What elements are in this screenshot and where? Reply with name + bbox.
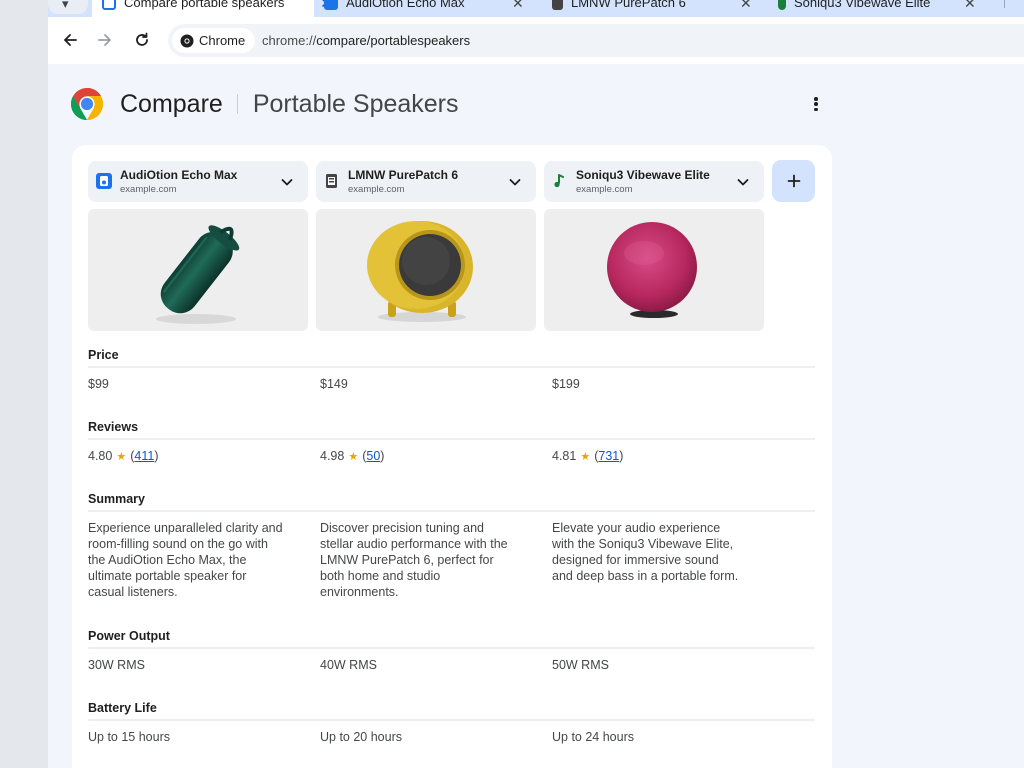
product-domain: example.com: [576, 184, 633, 195]
price-value: $199: [552, 377, 580, 391]
review-count-link[interactable]: 411: [134, 449, 154, 463]
section-title-power-output: Power Output: [88, 629, 170, 643]
tab-title: Soniqu3 Vibewave Elite: [794, 0, 931, 10]
music-note-favicon: [778, 0, 786, 10]
url-path: compare/portablespeakers: [316, 33, 471, 48]
power-output-value: 30W RMS: [88, 658, 145, 672]
product-domain: example.com: [348, 184, 405, 195]
star-icon: ★: [348, 451, 359, 463]
chrome-logo-icon: [70, 87, 104, 120]
section-title-summary: Summary: [88, 492, 145, 506]
star-icon: ★: [580, 451, 591, 463]
product-column-header[interactable]: LMNW PurePatch 6 example.com: [316, 161, 536, 202]
audiotion-favicon: [324, 0, 338, 10]
section-title-battery-life: Battery Life: [88, 701, 157, 715]
summary-text: Discover precision tuning and stellar au…: [320, 521, 508, 599]
comparison-table: AudiOtion Echo Max example.com LMNW Pure…: [72, 145, 832, 768]
section-divider: [88, 510, 815, 512]
tab-lmnw[interactable]: LMNW PurePatch 6 ✕: [552, 0, 752, 17]
product-image[interactable]: [88, 209, 308, 331]
tab-title: Compare portable speakers: [124, 0, 284, 10]
section-divider: [88, 438, 815, 440]
tab-audiotion[interactable]: AudiOtion Echo Max ✕: [324, 0, 524, 17]
section-divider: [88, 647, 815, 649]
power-output-value: 50W RMS: [552, 658, 609, 672]
review-summary: 4.81 ★ (731): [552, 449, 624, 463]
forward-icon[interactable]: [94, 29, 116, 51]
star-icon: ★: [116, 451, 127, 463]
tab-compare[interactable]: Compare portable speakers ✕: [92, 0, 332, 17]
chevron-down-icon[interactable]: [280, 175, 294, 189]
title-divider: [236, 94, 238, 114]
product-name: LMNW PurePatch 6: [348, 168, 459, 182]
power-output-value: 40W RMS: [320, 658, 377, 672]
product-name: AudiOtion Echo Max: [120, 168, 238, 182]
close-icon[interactable]: ✕: [964, 0, 976, 12]
audiotion-favicon: [96, 173, 112, 189]
battery-life-value: Up to 20 hours: [320, 730, 402, 744]
rating-value: 4.98: [320, 449, 345, 463]
green-speaker-image: [156, 225, 240, 324]
section-title-reviews: Reviews: [88, 420, 139, 434]
tab-search-button[interactable]: ▾: [48, 0, 88, 14]
summary-text: Elevate your audio experience with the S…: [552, 521, 739, 583]
chip-label: Chrome: [199, 33, 246, 48]
tab-title: AudiOtion Echo Max: [346, 0, 465, 10]
page-subtitle: Portable Speakers: [252, 89, 459, 118]
product-image[interactable]: [544, 209, 764, 331]
close-icon[interactable]: ✕: [512, 0, 524, 12]
browser-toolbar: Chrome chrome://compare/portablespeakers: [48, 17, 1024, 64]
product-image[interactable]: [316, 209, 536, 331]
back-icon[interactable]: [59, 29, 81, 51]
section-divider: [88, 366, 815, 368]
review-count-link[interactable]: 731: [598, 449, 619, 463]
section-divider: [88, 719, 815, 721]
close-icon[interactable]: ✕: [740, 0, 752, 12]
review-count-link[interactable]: 50: [366, 449, 380, 463]
more-options-icon[interactable]: [808, 96, 824, 112]
tab-soniqu3[interactable]: Soniqu3 Vibewave Elite ✕: [778, 0, 978, 17]
tab-title: LMNW PurePatch 6: [571, 0, 686, 10]
rating-value: 4.80: [88, 449, 113, 463]
address-bar[interactable]: Chrome chrome://compare/portablespeakers: [168, 24, 1024, 57]
chrome-icon: [180, 34, 194, 47]
add-product-button[interactable]: [772, 160, 815, 202]
review-summary: 4.98 ★ (50): [320, 449, 385, 463]
tab-strip: ▾ Compare portable speakers ✕ AudiOtion …: [48, 0, 1024, 17]
price-value: $99: [88, 377, 109, 391]
product-column-header[interactable]: Soniqu3 Vibewave Elite example.com: [544, 161, 764, 202]
battery-life-value: Up to 15 hours: [88, 730, 170, 744]
plus-icon: [787, 174, 800, 188]
chevron-down-icon[interactable]: [508, 175, 522, 189]
tab-separator: [1004, 0, 1005, 8]
desktop-background: [0, 0, 48, 768]
compare-page: Compare Portable Speakers AudiOtion Echo…: [48, 64, 1024, 768]
rating-value: 4.81: [552, 449, 577, 463]
reload-icon[interactable]: [131, 29, 153, 51]
product-column-header[interactable]: AudiOtion Echo Max example.com: [88, 161, 308, 202]
site-info-chip[interactable]: Chrome: [172, 28, 256, 53]
battery-life-value: Up to 24 hours: [552, 730, 634, 744]
price-value: $149: [320, 377, 348, 391]
url-scheme: chrome://: [262, 33, 317, 48]
review-summary: 4.80 ★ (411): [88, 449, 159, 463]
lmnw-favicon: [552, 0, 563, 10]
page-header: Compare Portable Speakers: [70, 86, 459, 122]
page-title: Compare: [120, 89, 223, 118]
product-domain: example.com: [120, 184, 177, 195]
pink-speaker-image: [607, 222, 697, 318]
music-note-icon: [554, 174, 564, 188]
yellow-speaker-image: [367, 221, 473, 322]
chevron-down-icon[interactable]: [736, 175, 750, 189]
section-title-price: Price: [88, 348, 119, 362]
chevron-down-icon: ▾: [62, 0, 69, 11]
lmnw-favicon: [326, 174, 337, 188]
compare-icon: [102, 0, 116, 10]
summary-text: Experience unparalleled clarity and room…: [88, 521, 283, 599]
product-name: Soniqu3 Vibewave Elite: [576, 168, 710, 182]
url-text[interactable]: chrome://compare/portablespeakers: [262, 33, 470, 48]
